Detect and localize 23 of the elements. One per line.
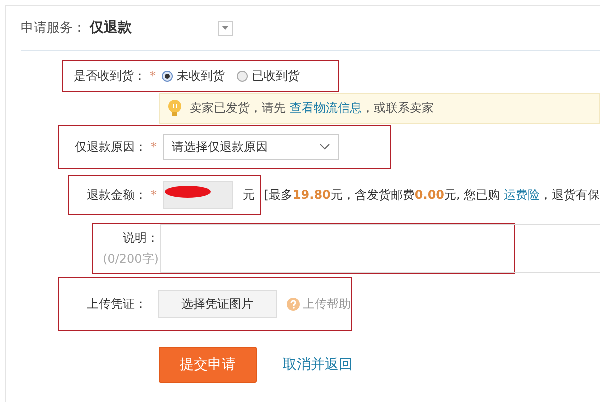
- required-mark: *: [150, 69, 156, 83]
- char-counter: (0/200字): [103, 250, 159, 268]
- reason-select[interactable]: 请选择仅退款原因: [163, 134, 339, 160]
- help-link[interactable]: 上传帮助: [303, 296, 351, 312]
- required-mark: *: [151, 140, 157, 154]
- submit-button[interactable]: 提交申请: [159, 347, 257, 383]
- field-label: 上传凭证：: [86, 296, 147, 312]
- radio-option[interactable]: 已收到货: [237, 68, 300, 84]
- field-label: 退款金额：: [86, 186, 147, 204]
- amount-hint: [最多19.80元，含发货邮费0.00元, 您已购 运费险，退货有保: [264, 186, 600, 204]
- radio-option[interactable]: 未收到货: [162, 68, 225, 84]
- field-label: 说明：: [123, 230, 159, 246]
- required-mark: *: [151, 188, 157, 202]
- cancel-link[interactable]: 取消并返回: [283, 356, 353, 374]
- upload-button[interactable]: 选择凭证图片: [158, 290, 277, 318]
- service-value: 仅退款: [90, 19, 133, 37]
- notice-text: 卖家已发货，请先 查看物流信息，或联系卖家: [190, 100, 434, 117]
- insurance-link[interactable]: 运费险: [504, 188, 540, 202]
- logistics-link[interactable]: 查看物流信息: [290, 101, 362, 115]
- unit-label: 元: [243, 186, 255, 204]
- field-label: 仅退款原因：: [74, 138, 147, 156]
- service-label: 申请服务：: [21, 20, 86, 37]
- field-label: 是否收到货：: [73, 68, 146, 84]
